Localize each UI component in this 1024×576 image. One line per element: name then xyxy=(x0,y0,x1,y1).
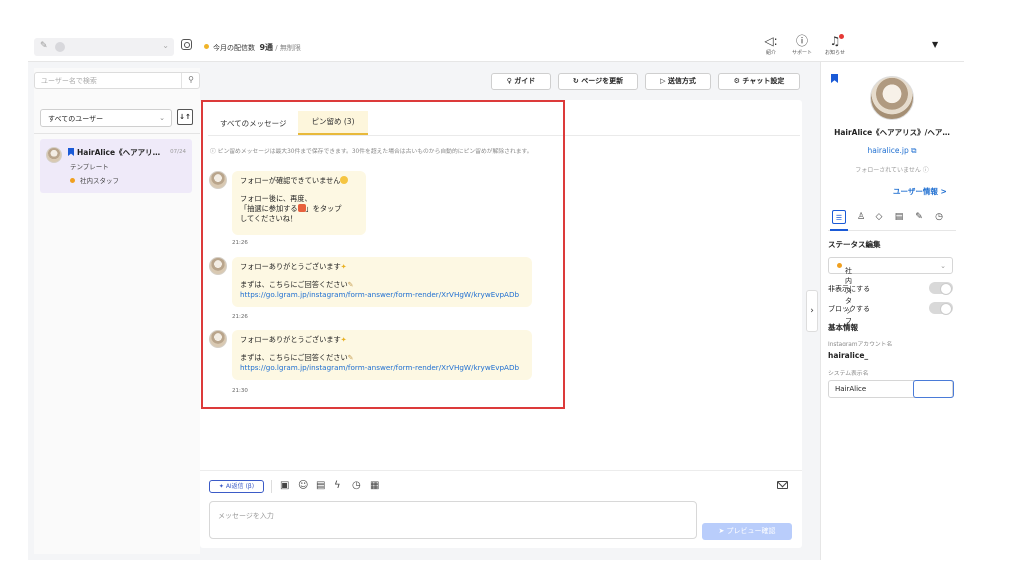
guide-label: ガイド xyxy=(514,77,536,85)
expand-panel-button[interactable]: › xyxy=(806,290,818,332)
template-icon[interactable]: ▦ xyxy=(370,480,379,492)
chevron-down-icon: ⌄ xyxy=(159,114,165,122)
user-info-link[interactable]: ユーザー情報 > xyxy=(893,186,947,197)
follow-status: フォローされていません ⓘ xyxy=(822,165,962,174)
profile-avatar xyxy=(870,76,914,120)
quota-dot xyxy=(204,44,209,49)
profile-name: HairAlice《ヘアアリス》/ヘア… xyxy=(834,128,950,137)
profile-link[interactable]: hairalice.jp ⧉ xyxy=(822,146,962,156)
display-name-input[interactable]: HairAlice xyxy=(828,380,954,398)
referral-label: 紹介 xyxy=(765,50,776,56)
ai-reply-label: AI返信 (β) xyxy=(225,483,255,490)
support-button[interactable]: ⓘ サポート xyxy=(787,34,817,56)
speaker-icon: ◁: xyxy=(764,34,778,48)
status-heading: ステータス編集 xyxy=(828,240,881,249)
display-name-value: HairAlice xyxy=(835,385,867,393)
preview-button[interactable]: ➤ プレビュー確認 xyxy=(702,523,792,540)
tab-status-icon[interactable]: ☰ xyxy=(832,210,846,224)
message-input[interactable]: メッセージを入力 xyxy=(209,501,697,539)
user-date: 07/24 xyxy=(170,149,186,155)
user-filter-select[interactable]: すべてのユーザー ⌄ xyxy=(40,109,172,127)
ig-account-value: hairalice_ xyxy=(828,351,869,360)
mail-icon[interactable] xyxy=(777,481,788,489)
notification-dot xyxy=(839,34,844,39)
block-label: ブロックする xyxy=(828,305,870,313)
user-tag: 社内スタッフ xyxy=(70,175,119,185)
send-icon: ▷ xyxy=(660,77,668,85)
quota-label: 今月の配信数 xyxy=(213,44,255,52)
profile-link-text[interactable]: hairalice.jp xyxy=(868,146,909,155)
composer-divider xyxy=(200,470,802,471)
bell-icon: ♫ xyxy=(829,34,841,48)
emoji-icon[interactable]: ☺ xyxy=(298,480,308,492)
notifications-label: お知らせ xyxy=(825,50,845,56)
account-avatar xyxy=(55,42,65,52)
tab-tag-icon[interactable]: ◇ xyxy=(872,210,886,224)
focus-ring xyxy=(913,380,954,398)
quota-value: 9通 xyxy=(259,43,274,52)
user-subtitle: テンプレート xyxy=(70,163,109,171)
follow-status-text: フォローされていません xyxy=(855,167,921,174)
profile-tab-indicator xyxy=(830,229,848,231)
quota-limit: / 無制限 xyxy=(275,44,301,52)
status-select[interactable]: 社内スタッフ ⌄ xyxy=(828,257,953,325)
hide-toggle[interactable] xyxy=(929,282,953,295)
notifications-button[interactable]: ♫ お知らせ xyxy=(820,34,850,56)
support-label: サポート xyxy=(791,50,812,56)
divider xyxy=(271,480,272,493)
instagram-icon[interactable] xyxy=(181,39,192,50)
profile-tabs: ☰ ♙ ◇ ▤ ✎ ◷ xyxy=(830,210,956,228)
highlight-box xyxy=(201,100,565,409)
tab-edit-icon[interactable]: ✎ xyxy=(912,210,926,224)
search-icon[interactable]: ⚲ xyxy=(188,75,194,84)
chevron-down-icon: ⌄ xyxy=(162,41,169,50)
sort-button[interactable]: ↓↑ xyxy=(177,109,193,125)
message-input-placeholder: メッセージを入力 xyxy=(218,512,274,520)
lightning-icon[interactable]: ϟ xyxy=(334,480,341,492)
user-menu-caret-icon[interactable]: ▼ xyxy=(932,40,938,49)
send-mode-button[interactable]: ▷ 送信方式 xyxy=(645,73,711,90)
image-icon[interactable]: ▣ xyxy=(280,480,289,492)
external-link-icon: ⧉ xyxy=(911,146,917,155)
user-search[interactable]: ユーザー名で検索 ⚲ xyxy=(34,72,200,89)
user-list-item[interactable]: HairAlice《ヘアアリ… 07/24 テンプレート 社内スタッフ xyxy=(40,139,192,193)
display-name-label: システム表示名 xyxy=(828,371,869,377)
chat-settings-label: チャット設定 xyxy=(742,77,785,85)
user-name: HairAlice《ヘアアリ… xyxy=(77,148,161,157)
basic-info-heading: 基本情報 xyxy=(828,323,858,332)
hide-label: 非表示にする xyxy=(828,285,871,293)
account-switcher[interactable]: ✎ ⌄ xyxy=(34,38,174,56)
status-value-text: 社内スタッフ xyxy=(845,267,852,325)
chat-settings-button[interactable]: ⚙ チャット設定 xyxy=(718,73,800,90)
bookmark-icon xyxy=(68,148,74,156)
refresh-label: ページを更新 xyxy=(581,77,624,85)
refresh-button[interactable]: ↻ ページを更新 xyxy=(558,73,638,90)
preview-label: プレビュー確認 xyxy=(726,527,776,535)
clock-icon[interactable]: ◷ xyxy=(352,480,361,492)
referral-button[interactable]: ◁: 紹介 xyxy=(756,34,786,56)
tab-note-icon[interactable]: ▤ xyxy=(892,210,906,224)
file-icon[interactable]: ▤ xyxy=(316,480,325,492)
monthly-quota: 今月の配信数 9通 / 無制限 xyxy=(204,42,301,53)
chevron-down-icon: ⌄ xyxy=(940,262,946,270)
user-tag-label: 社内スタッフ xyxy=(80,177,119,185)
pen-icon: ✎ xyxy=(40,41,48,51)
search-input[interactable]: ユーザー名で検索 xyxy=(41,76,97,86)
filter-value: すべてのユーザー xyxy=(48,115,104,123)
status-value: 社内スタッフ xyxy=(837,262,852,325)
divider xyxy=(34,133,200,134)
block-toggle[interactable] xyxy=(929,302,953,315)
tab-history-icon[interactable]: ◷ xyxy=(932,210,946,224)
send-icon: ➤ xyxy=(718,527,727,535)
tab-user-icon[interactable]: ♙ xyxy=(854,210,868,224)
guide-button[interactable]: ♀ ガイド xyxy=(491,73,551,90)
help-icon: ⓘ xyxy=(795,34,808,48)
ig-account-label: Instagramアカウント名 xyxy=(828,342,893,346)
ai-reply-button[interactable]: ✦ AI返信 (β) xyxy=(209,480,264,493)
send-mode-label: 送信方式 xyxy=(667,77,696,85)
avatar xyxy=(46,147,62,163)
sparkle-icon: ✦ xyxy=(218,483,226,490)
info-icon: ⓘ xyxy=(922,167,929,174)
refresh-icon: ↻ xyxy=(572,77,582,85)
